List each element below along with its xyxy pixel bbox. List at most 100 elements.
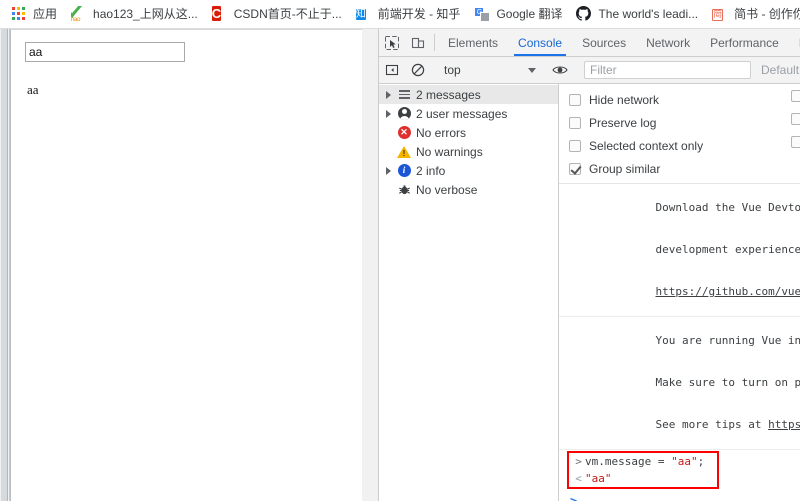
console-message-vue-dev-mode[interactable]: You are running Vue in development moc M… — [559, 317, 800, 450]
expand-twisty-icon[interactable] — [381, 166, 395, 175]
error-icon: ✕ — [395, 126, 413, 139]
prompt-chevron-icon: > — [570, 493, 578, 501]
console-prompt[interactable]: > — [559, 492, 800, 501]
devtools-panel: Elements Console Sources Network Perform… — [378, 29, 800, 501]
bookmark-label: 应用 — [33, 7, 58, 21]
sidebar-item-label: No verbose — [416, 182, 478, 197]
message-output: aa — [27, 82, 39, 97]
inspect-element-icon[interactable] — [379, 29, 405, 56]
bookmark-label: CSDN首页-不止于... — [233, 7, 342, 21]
bookmark-hao123[interactable]: hao hao123_上网从这... — [64, 3, 205, 25]
tab-label: Elements — [448, 35, 499, 50]
verbose-icon — [395, 183, 413, 196]
zhihu-icon: 知 — [355, 9, 366, 20]
command-result: "aa" — [585, 472, 612, 485]
tab-memory[interactable]: Memo — [789, 29, 800, 56]
tab-console[interactable]: Console — [508, 29, 572, 56]
clear-console-icon[interactable] — [405, 63, 431, 77]
console-message-vue-devtools[interactable]: Download the Vue Devtools extension fo d… — [559, 184, 800, 317]
bookmark-label: The world's leadi... — [598, 7, 699, 21]
tab-sources[interactable]: Sources — [572, 29, 636, 56]
info-icon: i — [395, 164, 413, 177]
setting-label: Hide network — [589, 92, 660, 107]
checkbox[interactable] — [569, 93, 581, 106]
log-level-label[interactable]: Default le — [761, 63, 800, 77]
hao123-icon: hao — [71, 6, 87, 22]
command-code: vm.message = — [585, 455, 672, 468]
command-string-literal: "aa" — [671, 455, 698, 468]
clipped-checkbox-stub — [791, 90, 800, 102]
bookmark-apps[interactable]: 应用 — [4, 3, 64, 25]
jianshu-icon: 简 — [712, 9, 724, 21]
tab-network[interactable]: Network — [636, 29, 700, 56]
sidebar-item-verbose[interactable]: No verbose — [379, 180, 558, 199]
tab-label: Sources — [582, 35, 627, 50]
main-area: aa Elements Con — [0, 29, 800, 501]
console-input-line[interactable]: > vm.message = "aa"; — [569, 453, 717, 470]
page-pane: aa — [0, 29, 378, 501]
command-highlight-box: > vm.message = "aa"; < "aa" — [567, 451, 719, 489]
bookmark-label: hao123_上网从这... — [93, 7, 198, 21]
sidebar-item-info[interactable]: i 2 info — [379, 161, 558, 180]
tab-label: Performance — [710, 35, 779, 50]
tab-label: Console — [518, 35, 563, 50]
messages-list-icon — [395, 90, 413, 99]
chevron-down-icon — [528, 67, 536, 73]
input-chevron-icon: > — [575, 455, 582, 468]
github-icon — [576, 6, 592, 22]
checkbox[interactable] — [569, 139, 581, 152]
console-sidebar: 2 messages 2 user messages ✕ No errors !… — [379, 84, 559, 501]
setting-label: Selected context only — [589, 138, 704, 153]
clipped-checkbox-stub — [791, 113, 800, 125]
message-input[interactable] — [25, 42, 185, 62]
vuejs-guide-link[interactable]: https://vuejs.org/gui — [768, 418, 800, 431]
tab-label: Network — [646, 35, 691, 50]
sidebar-item-messages[interactable]: 2 messages — [379, 85, 558, 104]
message-line-2: development experience: — [655, 243, 800, 256]
console-body: 2 messages 2 user messages ✕ No errors !… — [379, 84, 800, 501]
console-messages: Download the Vue Devtools extension fo d… — [559, 184, 800, 501]
sidebar-item-user-messages[interactable]: 2 user messages — [379, 104, 558, 123]
console-settings-pane: Hide network Preserve log Selected conte… — [559, 84, 800, 184]
setting-preserve-log[interactable]: Preserve log — [559, 111, 800, 134]
setting-label: Group similar — [589, 161, 661, 176]
bookmark-label: 简书 - 创作你的创 — [734, 7, 800, 21]
expand-twisty-icon[interactable] — [381, 109, 395, 118]
tab-elements[interactable]: Elements — [438, 29, 508, 56]
checkbox[interactable] — [569, 116, 581, 129]
bookmark-label: Google 翻译 — [496, 7, 563, 21]
sidebar-item-label: No errors — [416, 125, 467, 140]
console-sidebar-toggle-icon[interactable] — [379, 63, 405, 77]
console-filter-input[interactable] — [584, 61, 751, 79]
setting-hide-network[interactable]: Hide network — [559, 88, 800, 111]
message-line-1: Download the Vue Devtools extension fo — [655, 201, 800, 214]
bookmark-csdn[interactable]: C CSDN首页-不止于... — [205, 3, 349, 25]
setting-label: Preserve log — [589, 115, 657, 130]
google-translate-icon: G — [474, 6, 491, 22]
page-left-scrollbar[interactable] — [0, 29, 10, 501]
bookmark-label: 前端开发 - 知乎 — [377, 7, 461, 21]
execution-context-select[interactable]: top — [438, 61, 540, 79]
live-expression-eye-icon[interactable] — [547, 63, 573, 77]
checkbox[interactable] — [569, 162, 581, 175]
output-chevron-icon: < — [575, 472, 582, 485]
execution-context-value: top — [444, 63, 461, 77]
setting-selected-context-only[interactable]: Selected context only — [559, 134, 800, 157]
expand-twisty-icon[interactable] — [381, 90, 395, 99]
bookmark-zhihu[interactable]: 知 前端开发 - 知乎 — [349, 3, 468, 25]
device-toolbar-icon[interactable] — [405, 29, 431, 56]
sidebar-item-errors[interactable]: ✕ No errors — [379, 123, 558, 142]
toolbar-divider — [434, 34, 435, 51]
bookmarks-bar: 应用 hao hao123_上网从这... C CSDN首页-不止于... 知 … — [0, 0, 800, 29]
command-terminator: ; — [697, 455, 705, 468]
vue-devtools-link[interactable]: https://github.com/vuejs/vue-devtools — [655, 285, 800, 298]
tab-performance[interactable]: Performance — [700, 29, 789, 56]
bookmark-google-translate[interactable]: G Google 翻译 — [467, 3, 569, 25]
setting-group-similar[interactable]: Group similar — [559, 157, 800, 180]
console-output-column: Hide network Preserve log Selected conte… — [559, 84, 800, 501]
sidebar-item-label: 2 user messages — [416, 106, 508, 121]
sidebar-item-warnings[interactable]: No warnings — [379, 142, 558, 161]
bookmark-jianshu[interactable]: 简 简书 - 创作你的创 — [705, 3, 800, 25]
message-line-2: Make sure to turn on production mode v — [655, 376, 800, 389]
bookmark-github[interactable]: The world's leadi... — [569, 3, 705, 25]
